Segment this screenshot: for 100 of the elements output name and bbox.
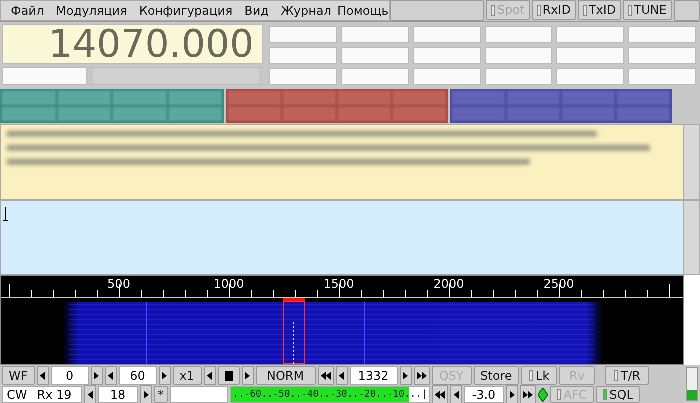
input-field[interactable]	[269, 47, 337, 64]
macro-button[interactable]	[283, 91, 336, 105]
carrier-frequency-field[interactable]: 1332	[350, 366, 398, 385]
input-field[interactable]	[556, 26, 624, 43]
macro-button[interactable]	[2, 91, 56, 105]
scrollbar[interactable]	[683, 201, 699, 274]
scrollbar[interactable]	[684, 275, 700, 365]
scrollbar[interactable]	[683, 125, 699, 199]
right-arrow-icon	[94, 372, 100, 380]
macro-button[interactable]	[168, 107, 222, 121]
menu-item[interactable]: Конфигурация	[133, 4, 239, 18]
wpm-field[interactable]: 18	[98, 386, 138, 403]
text-cursor-icon	[3, 207, 8, 221]
menu-item[interactable]: Модуляция	[50, 4, 134, 18]
squelch-slider[interactable]	[686, 367, 698, 401]
macro-button[interactable]	[228, 107, 281, 121]
input-field[interactable]	[269, 26, 337, 43]
macro-button[interactable]	[338, 107, 391, 121]
increment-button[interactable]	[520, 385, 536, 403]
macro-button[interactable]	[393, 91, 446, 105]
macro-button[interactable]	[562, 107, 615, 121]
speed-button[interactable]: NORM	[256, 366, 316, 385]
increment-button[interactable]	[140, 385, 152, 403]
menu-item[interactable]: Вид	[238, 4, 275, 18]
scale-label: 1000	[214, 277, 244, 291]
store-button[interactable]: Store	[474, 366, 520, 385]
transmit-receive-button[interactable]: T/R	[605, 366, 650, 385]
macro-button[interactable]	[113, 107, 166, 121]
waterfall-mode-button[interactable]: WF	[2, 366, 35, 385]
scale-label: 2500	[544, 277, 574, 291]
increment-button[interactable]	[400, 366, 412, 385]
menu-item[interactable]: Файл	[5, 4, 50, 18]
macro-button[interactable]	[113, 91, 166, 105]
transmit-text-panel[interactable]	[0, 200, 700, 275]
increment-button[interactable]	[414, 366, 430, 385]
status-field	[170, 386, 228, 403]
increment-button[interactable]	[506, 385, 518, 403]
stop-button[interactable]	[218, 366, 240, 385]
menu-item[interactable]: Помощь	[338, 4, 389, 18]
diamond-indicator-icon	[538, 388, 548, 402]
macro-button[interactable]	[507, 107, 560, 121]
decrement-button[interactable]	[318, 366, 334, 385]
lock-button[interactable]: Lk	[521, 366, 558, 385]
macro-button[interactable]	[168, 91, 222, 105]
macro-button[interactable]	[283, 107, 336, 121]
increment-button[interactable]	[90, 366, 103, 385]
increment-button[interactable]	[158, 366, 171, 385]
left-arrow-icon	[339, 372, 344, 380]
increment-button[interactable]	[242, 366, 254, 385]
input-field[interactable]	[340, 26, 409, 43]
decrement-button[interactable]	[36, 366, 49, 385]
input-field[interactable]	[628, 47, 696, 64]
right-arrow-icon	[416, 372, 427, 380]
right-arrow-icon	[510, 390, 514, 398]
decrement-button[interactable]	[204, 366, 216, 385]
macro-button[interactable]	[58, 107, 111, 121]
squelch-button[interactable]: SQL	[596, 386, 640, 403]
reference-level-field[interactable]: 0	[50, 366, 89, 385]
toggle-button[interactable]: TUNE	[623, 0, 672, 20]
star-button[interactable]: *	[154, 386, 168, 403]
input-field[interactable]	[340, 68, 409, 85]
input-field[interactable]	[484, 68, 552, 85]
input-field[interactable]	[556, 68, 624, 85]
macro-button[interactable]	[562, 91, 615, 105]
macro-button[interactable]	[2, 107, 56, 121]
macro-button[interactable]	[452, 91, 505, 105]
decrement-button[interactable]	[432, 385, 448, 403]
input-field[interactable]	[628, 68, 696, 85]
menu-item[interactable]: Журнал	[274, 4, 338, 18]
decrement-button[interactable]	[104, 366, 117, 385]
macro-button[interactable]	[58, 91, 111, 105]
macro-button[interactable]	[452, 107, 505, 121]
decrement-button[interactable]	[336, 366, 348, 385]
zoom-button[interactable]: x1	[172, 366, 202, 385]
input-field[interactable]	[2, 67, 87, 85]
input-field[interactable]	[556, 47, 624, 64]
input-field[interactable]	[412, 68, 480, 85]
input-field[interactable]	[484, 26, 552, 43]
input-field[interactable]	[412, 47, 480, 64]
macro-button[interactable]	[617, 107, 670, 121]
input-field[interactable]	[628, 26, 696, 43]
left-arrow-icon	[108, 372, 114, 380]
macro-button[interactable]	[393, 107, 446, 121]
right-arrow-icon	[162, 372, 168, 380]
macro-button[interactable]	[617, 91, 670, 105]
range-field[interactable]: 60	[118, 366, 157, 385]
decrement-button[interactable]	[450, 385, 462, 403]
offset-field[interactable]: -3.0	[464, 386, 504, 403]
scale-label: 1500	[324, 277, 354, 291]
input-field[interactable]	[412, 26, 480, 43]
stop-icon	[224, 370, 233, 380]
macro-button[interactable]	[228, 91, 281, 105]
input-field[interactable]	[340, 47, 409, 64]
toggle-button[interactable]: TxID	[578, 0, 622, 20]
macro-button[interactable]	[338, 91, 391, 105]
input-field[interactable]	[484, 47, 552, 64]
toggle-button[interactable]: RxID	[532, 0, 576, 20]
input-field[interactable]	[269, 68, 337, 85]
decrement-button[interactable]	[84, 385, 96, 403]
macro-button[interactable]	[507, 91, 560, 105]
